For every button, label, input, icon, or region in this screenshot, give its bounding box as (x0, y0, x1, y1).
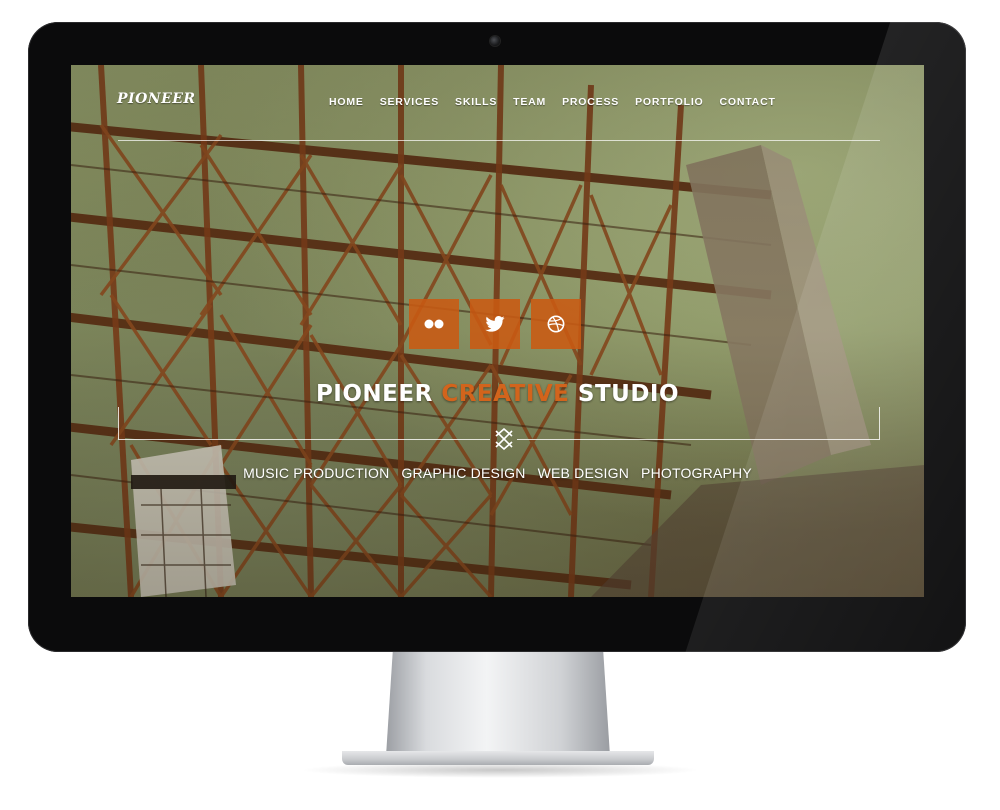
monitor-bezel: PIONEER HOME SERVICES SKILLS TEAM PROCES… (28, 22, 966, 652)
webcam-icon (490, 36, 500, 46)
service-photography: PHOTOGRAPHY (641, 465, 752, 481)
dribbble-icon (547, 315, 565, 333)
service-web-design: WEB DESIGN (537, 465, 630, 481)
header-divider (118, 140, 880, 141)
monitor-stand-base (342, 751, 654, 765)
nav-item-contact[interactable]: CONTACT (720, 96, 776, 112)
nav-item-home[interactable]: HOME (329, 96, 364, 112)
site-logo[interactable]: PIONEER (117, 91, 196, 107)
headline-frame-left (118, 407, 119, 439)
nav-item-team[interactable]: TEAM (513, 96, 546, 112)
crossed-arrows-divider-icon (495, 428, 513, 450)
hero-headline: PIONEER CREATIVE STUDIO (71, 381, 924, 407)
main-nav: HOME SERVICES SKILLS TEAM PROCESS PORTFO… (329, 96, 776, 112)
services-list: MUSIC PRODUCTION GRAPHIC DESIGN WEB DESI… (71, 465, 924, 481)
headline-accent: CREATIVE (441, 381, 570, 407)
dribbble-button[interactable] (531, 299, 581, 349)
twitter-icon (485, 316, 505, 332)
headline-part-3: STUDIO (569, 381, 680, 407)
twitter-button[interactable] (470, 299, 520, 349)
service-music-production: MUSIC PRODUCTION (243, 465, 390, 481)
service-graphic-design: GRAPHIC DESIGN (401, 465, 526, 481)
social-links (409, 299, 581, 349)
nav-item-portfolio[interactable]: PORTFOLIO (635, 96, 703, 112)
flickr-icon (424, 319, 444, 329)
flickr-button[interactable] (409, 299, 459, 349)
nav-item-services[interactable]: SERVICES (380, 96, 439, 112)
website-screen: PIONEER HOME SERVICES SKILLS TEAM PROCES… (71, 65, 924, 597)
headline-frame-bottom-left (118, 439, 490, 440)
monitor-stand (386, 652, 610, 756)
nav-item-skills[interactable]: SKILLS (455, 96, 497, 112)
headline-part-1: PIONEER (315, 381, 442, 407)
nav-item-process[interactable]: PROCESS (562, 96, 619, 112)
headline-frame-right (879, 407, 880, 439)
headline-frame-bottom-right (517, 439, 880, 440)
